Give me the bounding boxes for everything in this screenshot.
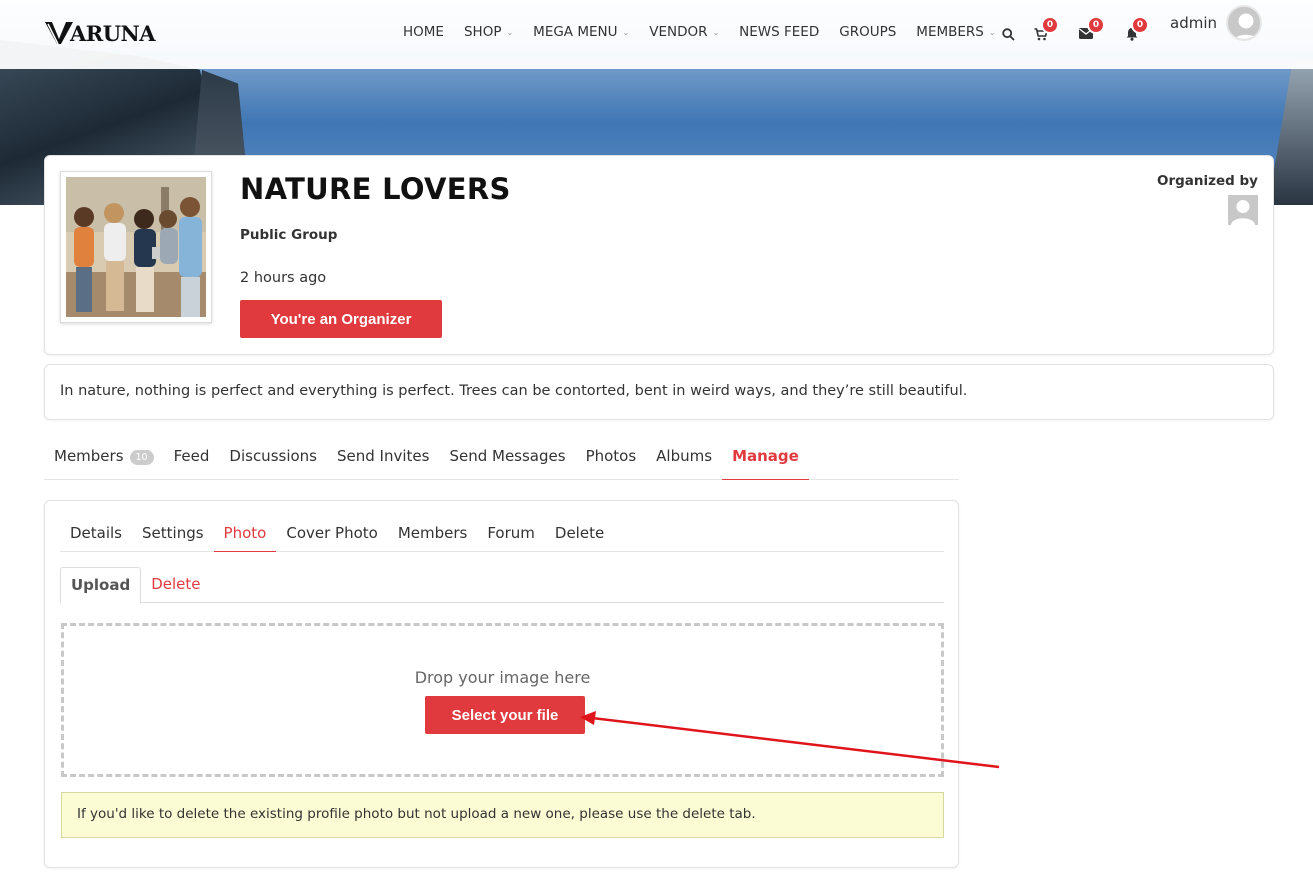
- cliff-right-shape: [1268, 60, 1313, 205]
- delete-photo-notice: If you'd like to delete the existing pro…: [61, 792, 944, 838]
- main-nav: HOME SHOP ⌄ MEGA MENU ⌄ VENDOR ⌄ NEWS FEED …: [403, 24, 1016, 40]
- tab-upload[interactable]: Upload: [60, 567, 142, 604]
- group-nav-tabs: Members 10 Feed Discussions Send Invites…: [44, 437, 959, 480]
- tab-discussions[interactable]: Discussions: [219, 437, 327, 480]
- manage-sub-tabs: Details Settings Photo Cover Photo Membe…: [60, 517, 944, 552]
- dropzone-text: Drop your image here: [414, 668, 591, 687]
- organized-by-label: Organized by: [1157, 173, 1258, 189]
- tab-feed[interactable]: Feed: [164, 437, 220, 480]
- nav-item-news-feed[interactable]: NEWS FEED: [739, 24, 819, 40]
- group-photo-illustration: [66, 177, 206, 317]
- chevron-down-icon: ⌄: [712, 27, 720, 37]
- tab-label: Members: [54, 447, 124, 465]
- manage-panel: Details Settings Photo Cover Photo Membe…: [44, 500, 959, 868]
- nav-item-groups[interactable]: GROUPS: [839, 24, 896, 40]
- members-count-badge: 10: [129, 450, 154, 465]
- nav-label: MEMBERS: [916, 24, 984, 40]
- group-type: Public Group: [240, 227, 338, 243]
- nav-item-shop[interactable]: SHOP ⌄: [464, 24, 513, 40]
- tab-photo[interactable]: Photo: [213, 517, 277, 552]
- image-dropzone[interactable]: Drop your image here Select your file: [61, 623, 944, 777]
- username[interactable]: admin: [1170, 14, 1217, 32]
- tab-forum[interactable]: Forum: [477, 517, 545, 552]
- nav-item-home[interactable]: HOME: [403, 24, 444, 40]
- user-silhouette-icon: [1228, 7, 1260, 39]
- site-logo[interactable]: ARUNA: [44, 20, 156, 46]
- group-last-active: 2 hours ago: [240, 270, 327, 286]
- tab-send-messages[interactable]: Send Messages: [439, 437, 575, 480]
- logo-text: ARUNA: [70, 20, 156, 46]
- nav-label: HOME: [403, 24, 444, 40]
- cart-count-badge: 0: [1041, 16, 1059, 34]
- user-silhouette-icon: [1228, 195, 1258, 225]
- select-file-button[interactable]: Select your file: [425, 696, 585, 734]
- tab-manage[interactable]: Manage: [722, 437, 809, 480]
- group-title: NATURE LOVERS: [240, 172, 511, 206]
- nav-label: SHOP: [463, 24, 502, 40]
- logo-v-icon: [45, 22, 73, 45]
- notifications-count-badge: 0: [1131, 16, 1149, 34]
- tab-delete-photo[interactable]: Delete: [141, 567, 210, 603]
- page: ARUNA HOME SHOP ⌄ MEGA MENU ⌄ VENDOR ⌄ NEWS…: [0, 0, 1313, 888]
- tab-details[interactable]: Details: [60, 517, 132, 552]
- organizer-button[interactable]: You're an Organizer: [240, 300, 442, 338]
- group-photo: [66, 177, 206, 317]
- group-description: In nature, nothing is perfect and everyt…: [44, 364, 1274, 420]
- tab-cover-photo[interactable]: Cover Photo: [276, 517, 387, 552]
- organizer-avatar[interactable]: [1228, 195, 1258, 225]
- search-icon[interactable]: [1002, 28, 1015, 41]
- nav-item-members[interactable]: MEMBERS ⌄: [916, 24, 995, 40]
- photo-upload-tabs: Upload Delete: [60, 567, 944, 604]
- tab-manage-members[interactable]: Members: [388, 517, 478, 552]
- nav-label: GROUPS: [839, 24, 897, 40]
- chevron-down-icon: ⌄: [622, 27, 630, 37]
- tab-members[interactable]: Members 10: [44, 437, 164, 480]
- tab-delete-group[interactable]: Delete: [545, 517, 614, 552]
- tab-albums[interactable]: Albums: [646, 437, 722, 480]
- user-avatar[interactable]: [1226, 5, 1262, 41]
- tab-send-invites[interactable]: Send Invites: [327, 437, 439, 480]
- nav-label: VENDOR: [649, 24, 708, 40]
- group-header-card: NATURE LOVERS Public Group 2 hours ago Y…: [44, 155, 1274, 355]
- messages-count-badge: 0: [1087, 16, 1105, 34]
- nav-label: MEGA MENU: [533, 24, 618, 40]
- nav-item-vendor[interactable]: VENDOR ⌄: [649, 24, 719, 40]
- tab-settings[interactable]: Settings: [132, 517, 214, 552]
- chevron-down-icon: ⌄: [988, 27, 996, 37]
- tab-photos[interactable]: Photos: [576, 437, 647, 480]
- group-avatar[interactable]: [60, 171, 212, 323]
- nav-label: NEWS FEED: [739, 24, 820, 40]
- chevron-down-icon: ⌄: [506, 27, 514, 37]
- nav-item-mega-menu[interactable]: MEGA MENU ⌄: [533, 24, 629, 40]
- site-header: ARUNA HOME SHOP ⌄ MEGA MENU ⌄ VENDOR ⌄ NEWS…: [0, 0, 1313, 69]
